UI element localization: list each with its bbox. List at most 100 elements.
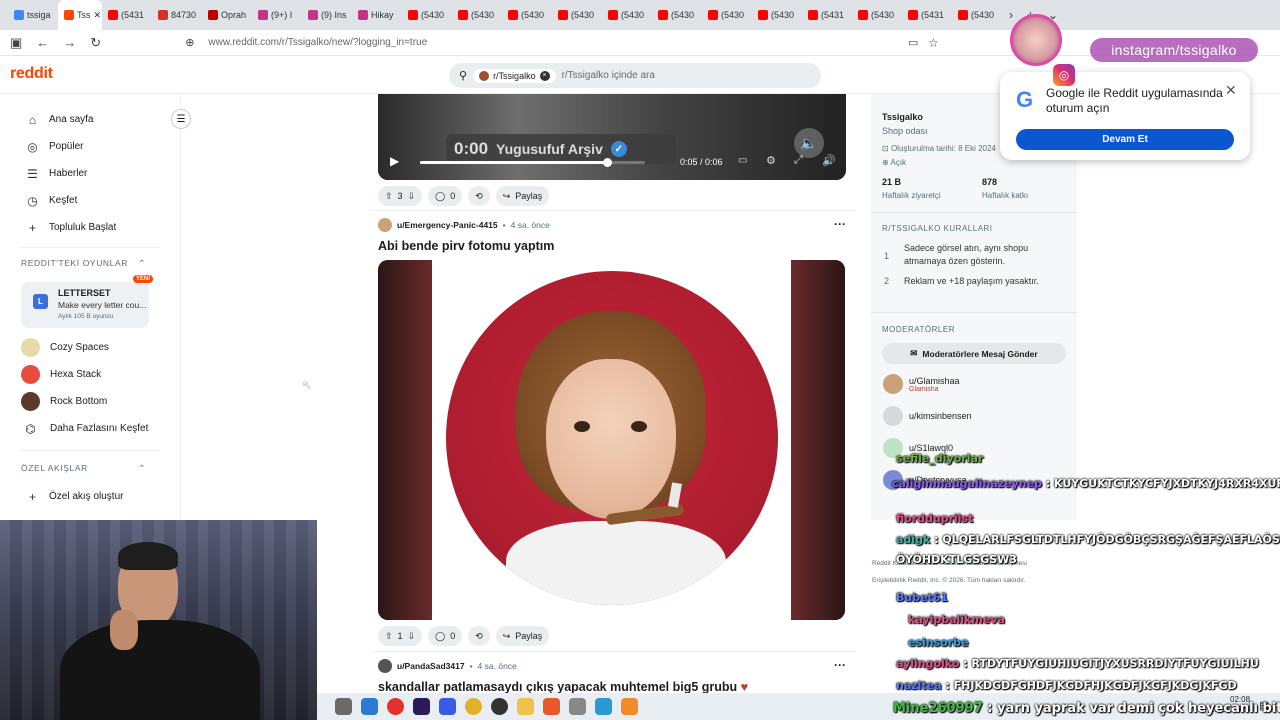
play-icon[interactable]: ▶ [390,154,399,168]
game-item[interactable]: Rock Bottom [0,388,180,415]
post2-author[interactable]: u/Emergency-Panic-4415 [397,220,498,230]
browser-tab[interactable]: Tss ✕ [58,0,102,30]
sidebar-item-explore[interactable]: ◷ Keşfet [0,187,180,214]
site-info-icon[interactable]: ⊕ [185,36,194,49]
browser-tab[interactable]: (5431 [802,0,852,30]
crosspost-button[interactable]: ⟲ [468,626,490,646]
collapse-sidebar-button[interactable]: ☰ [171,109,191,129]
browser-tab[interactable]: (9+) I [252,0,302,30]
game-item[interactable]: Hexa Stack [0,361,180,388]
post2-title[interactable]: Abi bende pirv fotomu yaptım [378,239,554,253]
moderator-item[interactable]: u/Glamishaa Glamisha [871,368,1077,400]
moderator-item[interactable]: u/kimsinbensen [871,400,1077,432]
url-field[interactable]: www.reddit.com/r/Tssigalko/new/?logging_… [208,37,427,48]
sidebar-toggle-icon[interactable]: ▣ [10,35,22,51]
video-player[interactable]: 0:00 Yugusufuf Arşiv ✓ 🔈 ▶ 0:05 / 0:06 ▭… [378,94,846,180]
letterset-game-card[interactable]: L YENİ LETTERSET Make every letter cou..… [21,275,154,328]
post3-author[interactable]: u/PandaSad3417 [397,661,465,671]
chevron-up-icon[interactable]: ⌃ [138,463,146,474]
game-item[interactable]: ⌬ Daha Fazlasını Keşfet [0,415,180,442]
video-progress-track[interactable] [420,158,645,167]
back-icon[interactable]: ← [36,35,49,50]
volume-icon[interactable]: 🔊 [822,154,836,167]
vote-widget[interactable]: ⇧ 3 ⇩ [378,186,423,206]
comments-button[interactable]: ◯ 0 [428,626,463,646]
browser-tab[interactable]: 84730 [152,0,202,30]
reload-icon[interactable]: ↻ [90,35,101,51]
upvote-icon[interactable]: ⇧ [385,191,393,202]
chevron-up-icon[interactable]: ⌃ [138,258,146,269]
chevron-right-icon[interactable]: › [1002,8,1020,22]
app-icon[interactable] [569,698,586,715]
custom-feeds-header[interactable]: ÖZEL AKIŞLAR ⌃ [0,453,180,483]
post2-image[interactable] [378,260,845,620]
avatar[interactable] [378,218,392,232]
browser-tab[interactable]: (5430 [602,0,652,30]
sidebar-item-home[interactable]: ⌂ Ana sayfa [0,106,180,133]
close-icon[interactable]: × [539,70,550,81]
browser-tab[interactable]: (5431 [902,0,952,30]
search-community-chip[interactable]: r/Tssigalko × [473,68,556,83]
forward-icon[interactable]: → [63,35,76,50]
folder-icon[interactable] [517,698,534,715]
browser-tab[interactable]: tssiga [8,0,58,30]
search-input[interactable]: r/Tssigalko içinde ara [562,70,655,81]
browser-tab[interactable]: (5431 [102,0,152,30]
close-tab-icon[interactable]: ✕ [94,10,102,21]
obs-icon[interactable] [491,698,508,715]
browser-tab[interactable]: Hikay [352,0,402,30]
close-icon[interactable]: ✕ [1225,82,1237,99]
share-button[interactable]: ↪ Paylaş [495,186,550,206]
game-item[interactable]: Cozy Spaces [0,334,180,361]
downvote-icon[interactable]: ⇩ [408,631,416,642]
captions-icon[interactable]: ▭ [738,155,747,166]
sidebar-item-news[interactable]: ☰ Haberler [0,160,180,187]
upvote-icon[interactable]: ⇧ [385,631,393,642]
start-icon[interactable] [335,698,352,715]
screenshot-icon[interactable]: ▭ [908,36,918,49]
games-header[interactable]: REDDIT'TEKİ OYUNLAR ⌃ [0,248,180,278]
continue-button[interactable]: Devam Et [1016,129,1234,150]
video-progress-knob[interactable] [602,158,612,167]
browser-tab[interactable]: (5430 [652,0,702,30]
crosspost-button[interactable]: ⟲ [468,186,490,206]
firefox-icon[interactable] [543,698,560,715]
rule-item[interactable]: 1 Sadece görsel atın, aynı shopu atmamaya… [882,242,1067,268]
sidebar-item-popular[interactable]: ◎ Popüler [0,133,180,160]
avatar[interactable] [378,659,392,673]
rule-item[interactable]: 2 Reklam ve +18 paylaşım yasaktır. [882,275,1067,288]
app-icon[interactable] [439,698,456,715]
more-options-icon[interactable]: ··· [834,217,846,231]
more-options-icon[interactable]: ··· [834,658,846,672]
browser-tab[interactable]: (9) Ins [302,0,352,30]
browser-tab[interactable]: (5430 [752,0,802,30]
browser-tab[interactable]: Oprah [202,0,252,30]
browser-tab[interactable]: (5430 [452,0,502,30]
photos-icon[interactable] [595,698,612,715]
fullscreen-icon[interactable]: ⤢ [794,154,803,167]
settings-gear-icon[interactable]: ⚙ [766,154,776,167]
browser-tab[interactable]: (5430 [402,0,452,30]
browser-tab[interactable]: (5430 [952,0,1002,30]
sidebar-item-plus[interactable]: + Topluluk Başlat [0,214,180,241]
browser-tab[interactable]: (5430 [852,0,902,30]
premiere-icon[interactable] [413,698,430,715]
browser-tab[interactable]: (5430 [702,0,752,30]
vote-widget[interactable]: ⇧ 1 ⇩ [378,626,423,646]
browser-tab[interactable]: (5430 [502,0,552,30]
share-button[interactable]: ↪ Paylaş [495,626,550,646]
comments-button[interactable]: ◯ 0 [428,186,463,206]
chat-username: Bubet61 [896,591,949,604]
message-mods-button[interactable]: ✉ Moderatörlere Mesaj Gönder [882,343,1066,364]
vlc-icon[interactable] [621,698,638,715]
create-custom-feed[interactable]: + Özel akış oluştur [0,483,180,510]
browser-tab[interactable]: (5430 [552,0,602,30]
chrome-icon[interactable] [465,698,482,715]
reddit-logo[interactable]: reddit [10,65,53,83]
opera-icon[interactable] [387,698,404,715]
search-bar[interactable]: ⚲ r/Tssigalko × r/Tssigalko içinde ara [449,63,821,88]
bookmark-star-icon[interactable]: ☆ [928,36,939,50]
downvote-icon[interactable]: ⇩ [408,191,416,202]
mail-app-icon[interactable] [361,698,378,715]
post3-title[interactable]: skandallar patlamasaydı çıkış yapacak mu… [378,680,748,694]
